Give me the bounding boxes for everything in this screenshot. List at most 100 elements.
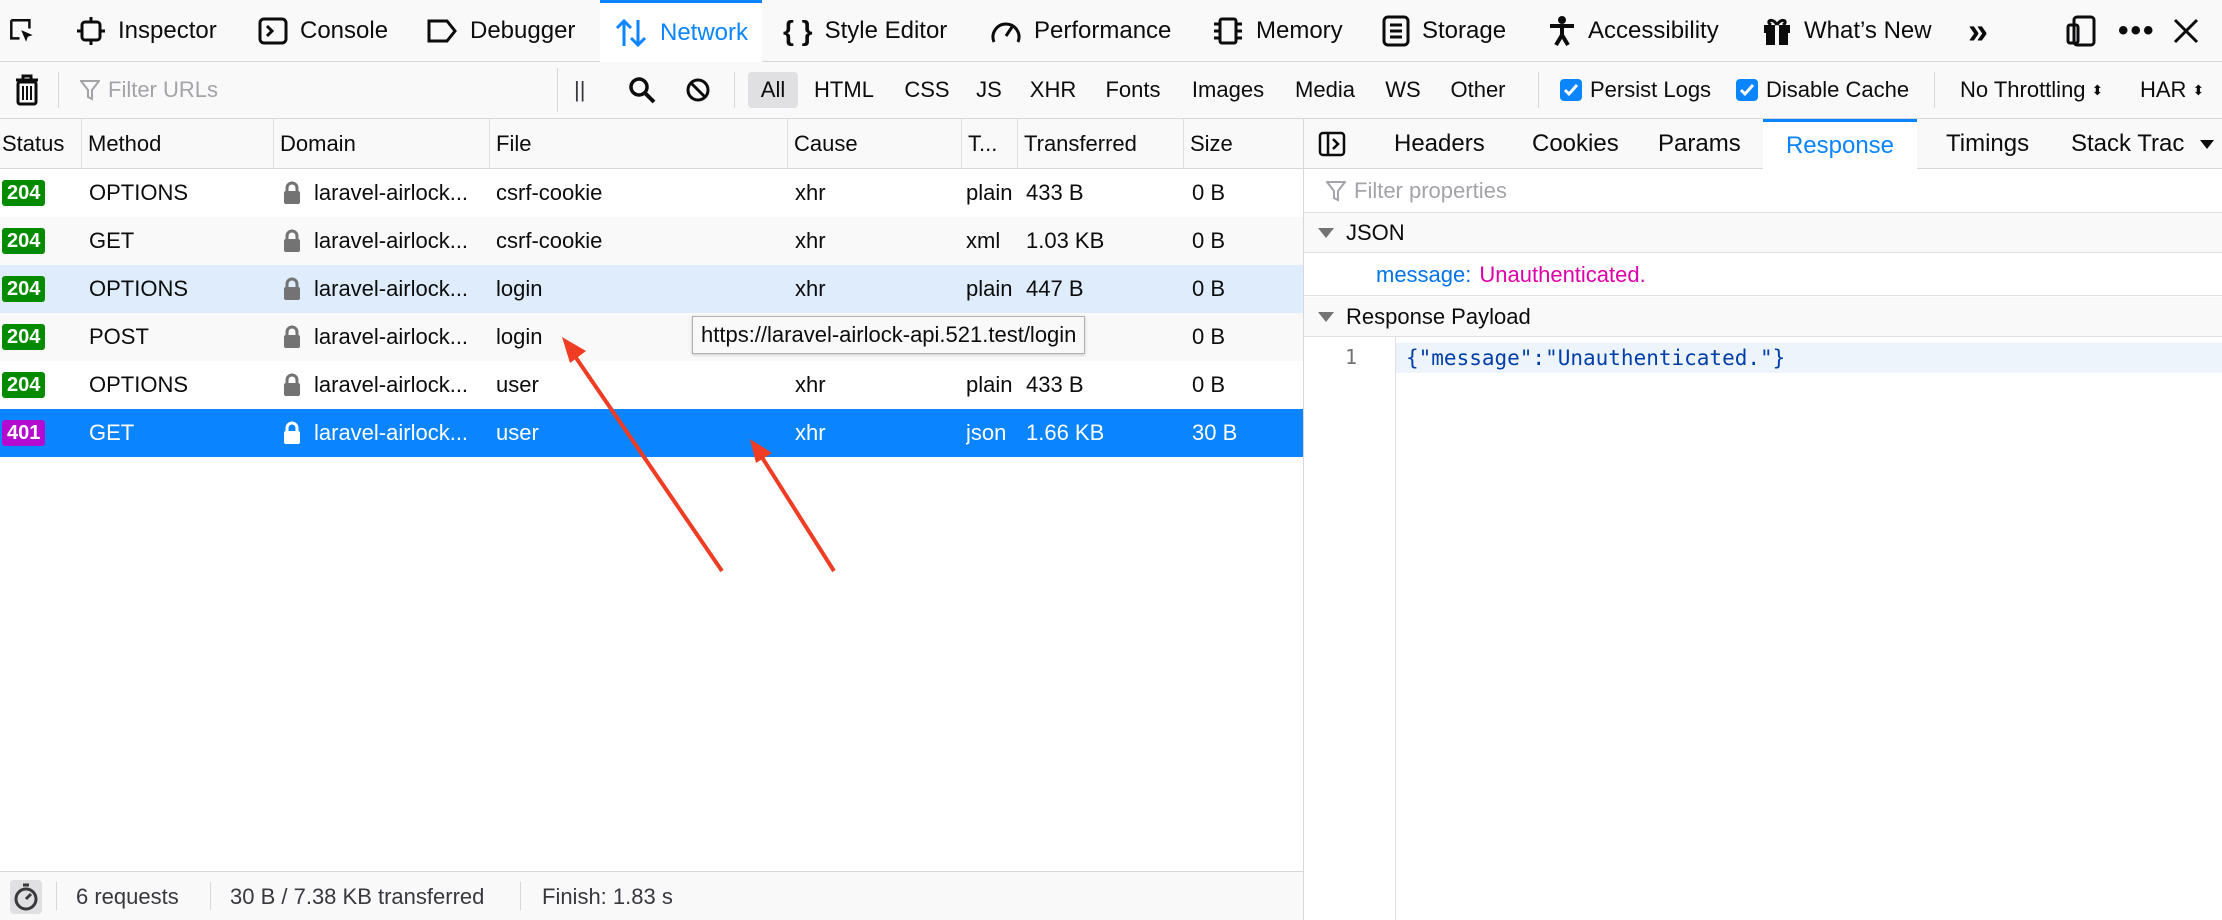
- request-transferred: 1.66 KB: [1026, 420, 1105, 445]
- close-devtools-button[interactable]: [2172, 0, 2212, 62]
- search-button[interactable]: [628, 76, 656, 110]
- request-row-selected[interactable]: 401 GET laravel-airlock... user xhr json…: [0, 409, 1303, 457]
- type-filter-other[interactable]: Other: [1440, 72, 1516, 108]
- persist-logs-checkbox[interactable]: Persist Logs: [1560, 77, 1711, 103]
- request-row[interactable]: 204 POST laravel-airlock... login 0 B: [0, 313, 1303, 361]
- column-header-method[interactable]: Method: [82, 119, 274, 169]
- type-filter-fonts[interactable]: Fonts: [1096, 72, 1170, 108]
- type-filter-images[interactable]: Images: [1182, 72, 1274, 108]
- accessibility-icon: [1550, 16, 1574, 47]
- tab-style-editor[interactable]: { } Style Editor: [783, 0, 947, 62]
- status-badge: 401: [2, 420, 46, 446]
- responsive-design-button[interactable]: [2066, 0, 2108, 62]
- request-file: csrf-cookie: [496, 180, 603, 205]
- style-editor-icon: { }: [783, 15, 813, 46]
- element-picker-button[interactable]: [8, 0, 48, 62]
- column-header-cause[interactable]: Cause: [788, 119, 962, 169]
- status-badge: 204: [2, 228, 46, 254]
- inspector-icon: [77, 17, 105, 45]
- request-transferred: 433 B: [1026, 372, 1084, 397]
- request-row[interactable]: 204 OPTIONS laravel-airlock... login xhr…: [0, 265, 1303, 313]
- tab-timings[interactable]: Timings: [1934, 119, 2041, 169]
- request-method: GET: [89, 420, 135, 445]
- payload-editor[interactable]: 1 {"message":"Unauthenticated."}: [1304, 337, 2222, 920]
- request-type: plain: [966, 276, 1013, 301]
- domain-text: laravel-airlock...: [314, 180, 469, 205]
- request-list: Status Method Domain File Cause T... Tra…: [0, 119, 1303, 871]
- column-header-domain[interactable]: Domain: [274, 119, 490, 169]
- throttling-select[interactable]: No Throttling ⬍: [1960, 77, 2103, 103]
- network-status-bar: 6 requests 30 B / 7.38 KB transferred Fi…: [0, 871, 1303, 920]
- pause-button[interactable]: ||: [574, 72, 585, 108]
- tab-network[interactable]: Network: [600, 0, 763, 62]
- json-section-header[interactable]: JSON: [1304, 213, 2222, 253]
- performance-analysis-button[interactable]: [10, 872, 42, 920]
- filter-properties-input[interactable]: Filter properties: [1304, 169, 2222, 213]
- lock-icon: [284, 229, 300, 252]
- column-header-size[interactable]: Size: [1184, 119, 1303, 169]
- type-filter-ws[interactable]: WS: [1376, 72, 1430, 108]
- storage-icon: [1382, 15, 1410, 47]
- tab-label: Network: [660, 18, 749, 46]
- column-header-status[interactable]: Status: [0, 119, 82, 169]
- request-file: user: [496, 372, 539, 397]
- tab-debugger[interactable]: Debugger: [426, 0, 575, 62]
- tab-storage[interactable]: Storage: [1382, 0, 1506, 62]
- transferred-summary: 30 B / 7.38 KB transferred: [230, 883, 485, 909]
- element-picker-icon: [10, 19, 33, 42]
- request-cause: xhr: [795, 180, 826, 205]
- tab-console[interactable]: Console: [258, 0, 388, 62]
- lock-icon: [284, 181, 300, 204]
- json-key: message:: [1376, 261, 1472, 287]
- toggle-sidebar-button[interactable]: [1318, 119, 1346, 169]
- type-filter-media[interactable]: Media: [1286, 72, 1364, 108]
- type-filter-html[interactable]: HTML: [806, 72, 882, 108]
- line-gutter: 1: [1304, 337, 1396, 920]
- type-filter-css[interactable]: CSS: [892, 72, 962, 108]
- type-filter-all[interactable]: All: [748, 72, 798, 108]
- console-icon: [258, 17, 288, 45]
- column-header-transferred[interactable]: Transferred: [1018, 119, 1184, 169]
- json-section-title: JSON: [1346, 219, 1405, 245]
- tab-accessibility[interactable]: Accessibility: [1548, 0, 1719, 62]
- domain-text: laravel-airlock...: [314, 228, 469, 253]
- tab-headers[interactable]: Headers: [1382, 119, 1497, 169]
- json-property-row[interactable]: message: Unauthenticated.: [1304, 254, 2222, 296]
- tab-whats-new[interactable]: What’s New: [1762, 0, 1932, 62]
- request-method: POST: [89, 324, 149, 349]
- expand-triangle-icon: [1318, 311, 1334, 322]
- request-row[interactable]: 204 GET laravel-airlock... csrf-cookie x…: [0, 217, 1303, 265]
- tab-cookies[interactable]: Cookies: [1520, 119, 1631, 169]
- request-size: 0 B: [1192, 180, 1226, 205]
- options-menu-button[interactable]: •••: [2118, 0, 2156, 62]
- request-size: 0 B: [1192, 228, 1226, 253]
- domain-text: laravel-airlock...: [314, 324, 469, 349]
- block-requests-button[interactable]: [684, 76, 712, 110]
- request-type: xml: [966, 228, 1001, 253]
- request-row[interactable]: 204 OPTIONS laravel-airlock... csrf-cook…: [0, 169, 1303, 217]
- tab-stack-trace[interactable]: Stack Trac: [2059, 119, 2199, 169]
- request-row[interactable]: 204 OPTIONS laravel-airlock... user xhr …: [0, 361, 1303, 409]
- tab-params[interactable]: Params: [1646, 119, 1753, 169]
- column-header-type[interactable]: T...: [962, 119, 1018, 169]
- line-number: 1: [1344, 345, 1357, 369]
- more-tools-button[interactable]: »: [1968, 0, 1988, 62]
- type-filter-xhr[interactable]: XHR: [1022, 72, 1084, 108]
- clear-requests-button[interactable]: [14, 74, 40, 112]
- tab-response[interactable]: Response: [1763, 119, 1917, 169]
- request-list-header: Status Method Domain File Cause T... Tra…: [0, 119, 1303, 169]
- tab-inspector[interactable]: Inspector: [76, 0, 217, 62]
- response-payload-header[interactable]: Response Payload: [1304, 297, 2222, 337]
- more-options-icon: •••: [2118, 14, 2156, 47]
- tab-performance[interactable]: Performance: [990, 0, 1171, 62]
- tab-memory[interactable]: Memory: [1212, 0, 1343, 62]
- disable-cache-label: Disable Cache: [1766, 77, 1910, 102]
- all-tabs-menu-button[interactable]: [2200, 119, 2214, 169]
- har-menu[interactable]: HAR ⬍: [2140, 77, 2204, 103]
- filter-urls-input[interactable]: Filter URLs: [68, 68, 558, 112]
- lock-icon: [284, 325, 300, 348]
- lock-icon: [284, 373, 300, 396]
- type-filter-js[interactable]: JS: [966, 72, 1012, 108]
- column-header-file[interactable]: File: [490, 119, 788, 169]
- disable-cache-checkbox[interactable]: Disable Cache: [1736, 77, 1909, 103]
